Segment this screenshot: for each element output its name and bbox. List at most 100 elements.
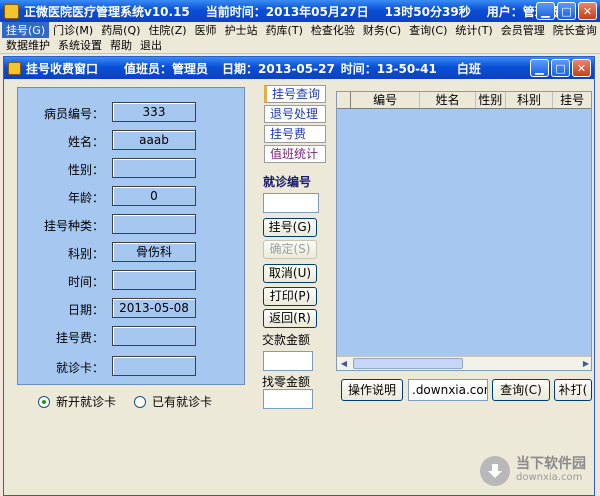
column-header-id[interactable]: 编号: [351, 92, 421, 108]
maximize-icon: □: [561, 4, 572, 18]
menu-finance[interactable]: 财务(C): [359, 22, 405, 38]
inner-close-button[interactable]: ✕: [572, 59, 591, 77]
reprint-button[interactable]: 补打(: [554, 379, 592, 401]
visit-card-input[interactable]: [112, 356, 196, 376]
confirm-button[interactable]: 确定(S): [263, 240, 317, 259]
minimize-icon: ▁: [541, 4, 550, 18]
gender-input[interactable]: [112, 158, 196, 178]
registration-grid[interactable]: 编号 姓名 性别 科别 挂号 ◀ ▶: [336, 91, 592, 371]
grid-horizontal-scrollbar[interactable]: ◀ ▶: [337, 356, 591, 370]
window-controls: ▁ □ ✕: [536, 2, 597, 20]
field-name: 姓名： aaab: [18, 130, 246, 150]
radio-unchecked-icon: [134, 395, 147, 408]
scroll-thumb[interactable]: [353, 358, 463, 369]
minimize-icon: ▁: [535, 61, 544, 75]
registration-window: 挂号收费窗口 值班员：管理员 日期：2013-05-27 时间：13-50-41…: [3, 56, 595, 496]
menu-nurse-station[interactable]: 护士站: [221, 22, 262, 38]
radio-checked-icon: [38, 395, 50, 408]
window-icon: [8, 61, 21, 75]
column-header-name[interactable]: 姓名: [420, 92, 476, 108]
tab-refund[interactable]: 退号处理: [264, 105, 326, 123]
menu-lab-exam[interactable]: 检查化验: [307, 22, 359, 38]
print-button[interactable]: 打印(P): [263, 287, 317, 306]
field-label: 姓名：: [67, 135, 104, 149]
date-text: 日期：2013-05-27: [222, 61, 335, 76]
change-amount-input[interactable]: [263, 389, 313, 409]
field-age: 年龄： 0: [18, 186, 246, 206]
field-gender: 性别：: [18, 158, 246, 178]
scroll-left-icon[interactable]: ◀: [337, 357, 351, 370]
inner-minimize-button[interactable]: ▁: [530, 59, 549, 77]
menu-outpatient[interactable]: 门诊(M): [49, 22, 97, 38]
menu-doctor[interactable]: 医师: [191, 22, 221, 38]
tab-registration-query[interactable]: 挂号查询: [264, 85, 326, 103]
menu-drug-store[interactable]: 药库(T): [262, 22, 307, 38]
query-button[interactable]: 查询(C): [492, 379, 550, 401]
patient-id-input[interactable]: 333: [112, 102, 196, 122]
paid-amount-label: 交款金额: [262, 333, 311, 347]
manual-button[interactable]: 操作说明: [341, 379, 403, 401]
inner-maximize-button[interactable]: □: [551, 59, 570, 77]
field-label: 挂号种类：: [43, 219, 104, 233]
close-button[interactable]: ✕: [578, 2, 597, 20]
register-button[interactable]: 挂号(G): [263, 218, 317, 237]
grid-header: 编号 姓名 性别 科别 挂号: [337, 92, 591, 109]
menu-query[interactable]: 查询(C): [405, 22, 451, 38]
grid-corner: [337, 92, 351, 108]
field-label: 日期：: [67, 303, 104, 317]
date-input[interactable]: 2013-05-08: [112, 298, 196, 318]
menu-inpatient[interactable]: 住院(Z): [144, 22, 190, 38]
menu-row-2: 数据维护 系统设置 帮助 退出: [0, 37, 600, 52]
paid-amount-input[interactable]: [263, 351, 313, 371]
department-input[interactable]: 骨伤科: [112, 242, 196, 262]
field-label: 性别：: [67, 163, 104, 177]
menu-exit[interactable]: 退出: [136, 37, 166, 53]
menu-statistics[interactable]: 统计(T): [451, 22, 496, 38]
time-text: 时间：13-50-41: [340, 61, 437, 76]
field-visit-card: 就诊卡：: [18, 356, 246, 376]
age-input[interactable]: 0: [112, 186, 196, 206]
tab-shift-statistics[interactable]: 值班统计: [264, 145, 326, 163]
registration-type-input[interactable]: [112, 214, 196, 234]
watermark: 当下软件园 downxia.com: [480, 456, 586, 486]
menu-register[interactable]: 挂号(G): [2, 21, 50, 38]
tab-registration-fee[interactable]: 挂号费: [264, 125, 326, 143]
field-label: 科别：: [67, 247, 104, 261]
scroll-right-icon[interactable]: ▶: [579, 357, 591, 370]
registration-title: 挂号收费窗口: [26, 61, 99, 76]
time-input[interactable]: [112, 270, 196, 290]
visit-number-label: 就诊编号: [263, 175, 312, 189]
watermark-sub: downxia.com: [516, 472, 583, 483]
menu-system-settings[interactable]: 系统设置: [54, 37, 106, 53]
watermark-main: 当下软件园: [516, 456, 586, 472]
menu-help[interactable]: 帮助: [106, 37, 136, 53]
column-header-department[interactable]: 科别: [506, 92, 554, 108]
field-label: 年龄：: [67, 191, 104, 205]
minimize-button[interactable]: ▁: [536, 2, 555, 20]
name-input[interactable]: aaab: [112, 130, 196, 150]
column-header-gender[interactable]: 性别: [476, 92, 506, 108]
url-field[interactable]: .downxia.com: [408, 379, 488, 401]
field-department: 科别： 骨伤科: [18, 242, 246, 262]
back-button[interactable]: 返回(R): [263, 309, 317, 328]
app-title: 正微医院医疗管理系统v10.15: [24, 4, 190, 19]
registration-fee-input[interactable]: [112, 326, 196, 346]
menu-members[interactable]: 会员管理: [497, 22, 549, 38]
radio-new-card[interactable]: 新开就诊卡: [38, 393, 116, 410]
shift-text: 白班: [456, 61, 481, 76]
cancel-button[interactable]: 取消(U): [263, 264, 317, 283]
app-icon: [4, 3, 19, 19]
inner-window-controls: ▁ □ ✕: [530, 59, 591, 77]
radio-existing-card[interactable]: 已有就诊卡: [134, 393, 212, 410]
menu-director-query[interactable]: 院长查询: [549, 22, 600, 38]
column-header-registration[interactable]: 挂号: [553, 92, 591, 108]
menu-pharmacy[interactable]: 药局(Q): [97, 22, 144, 38]
maximize-button[interactable]: □: [557, 2, 576, 20]
menu-data-maintenance[interactable]: 数据维护: [2, 37, 54, 53]
field-time: 时间：: [18, 270, 246, 290]
download-arrow-icon: [480, 456, 510, 486]
field-registration-fee: 挂号费：: [18, 326, 246, 346]
visit-number-input[interactable]: [263, 193, 319, 213]
field-date: 日期： 2013-05-08: [18, 298, 246, 318]
radio-label: 新开就诊卡: [56, 395, 117, 409]
